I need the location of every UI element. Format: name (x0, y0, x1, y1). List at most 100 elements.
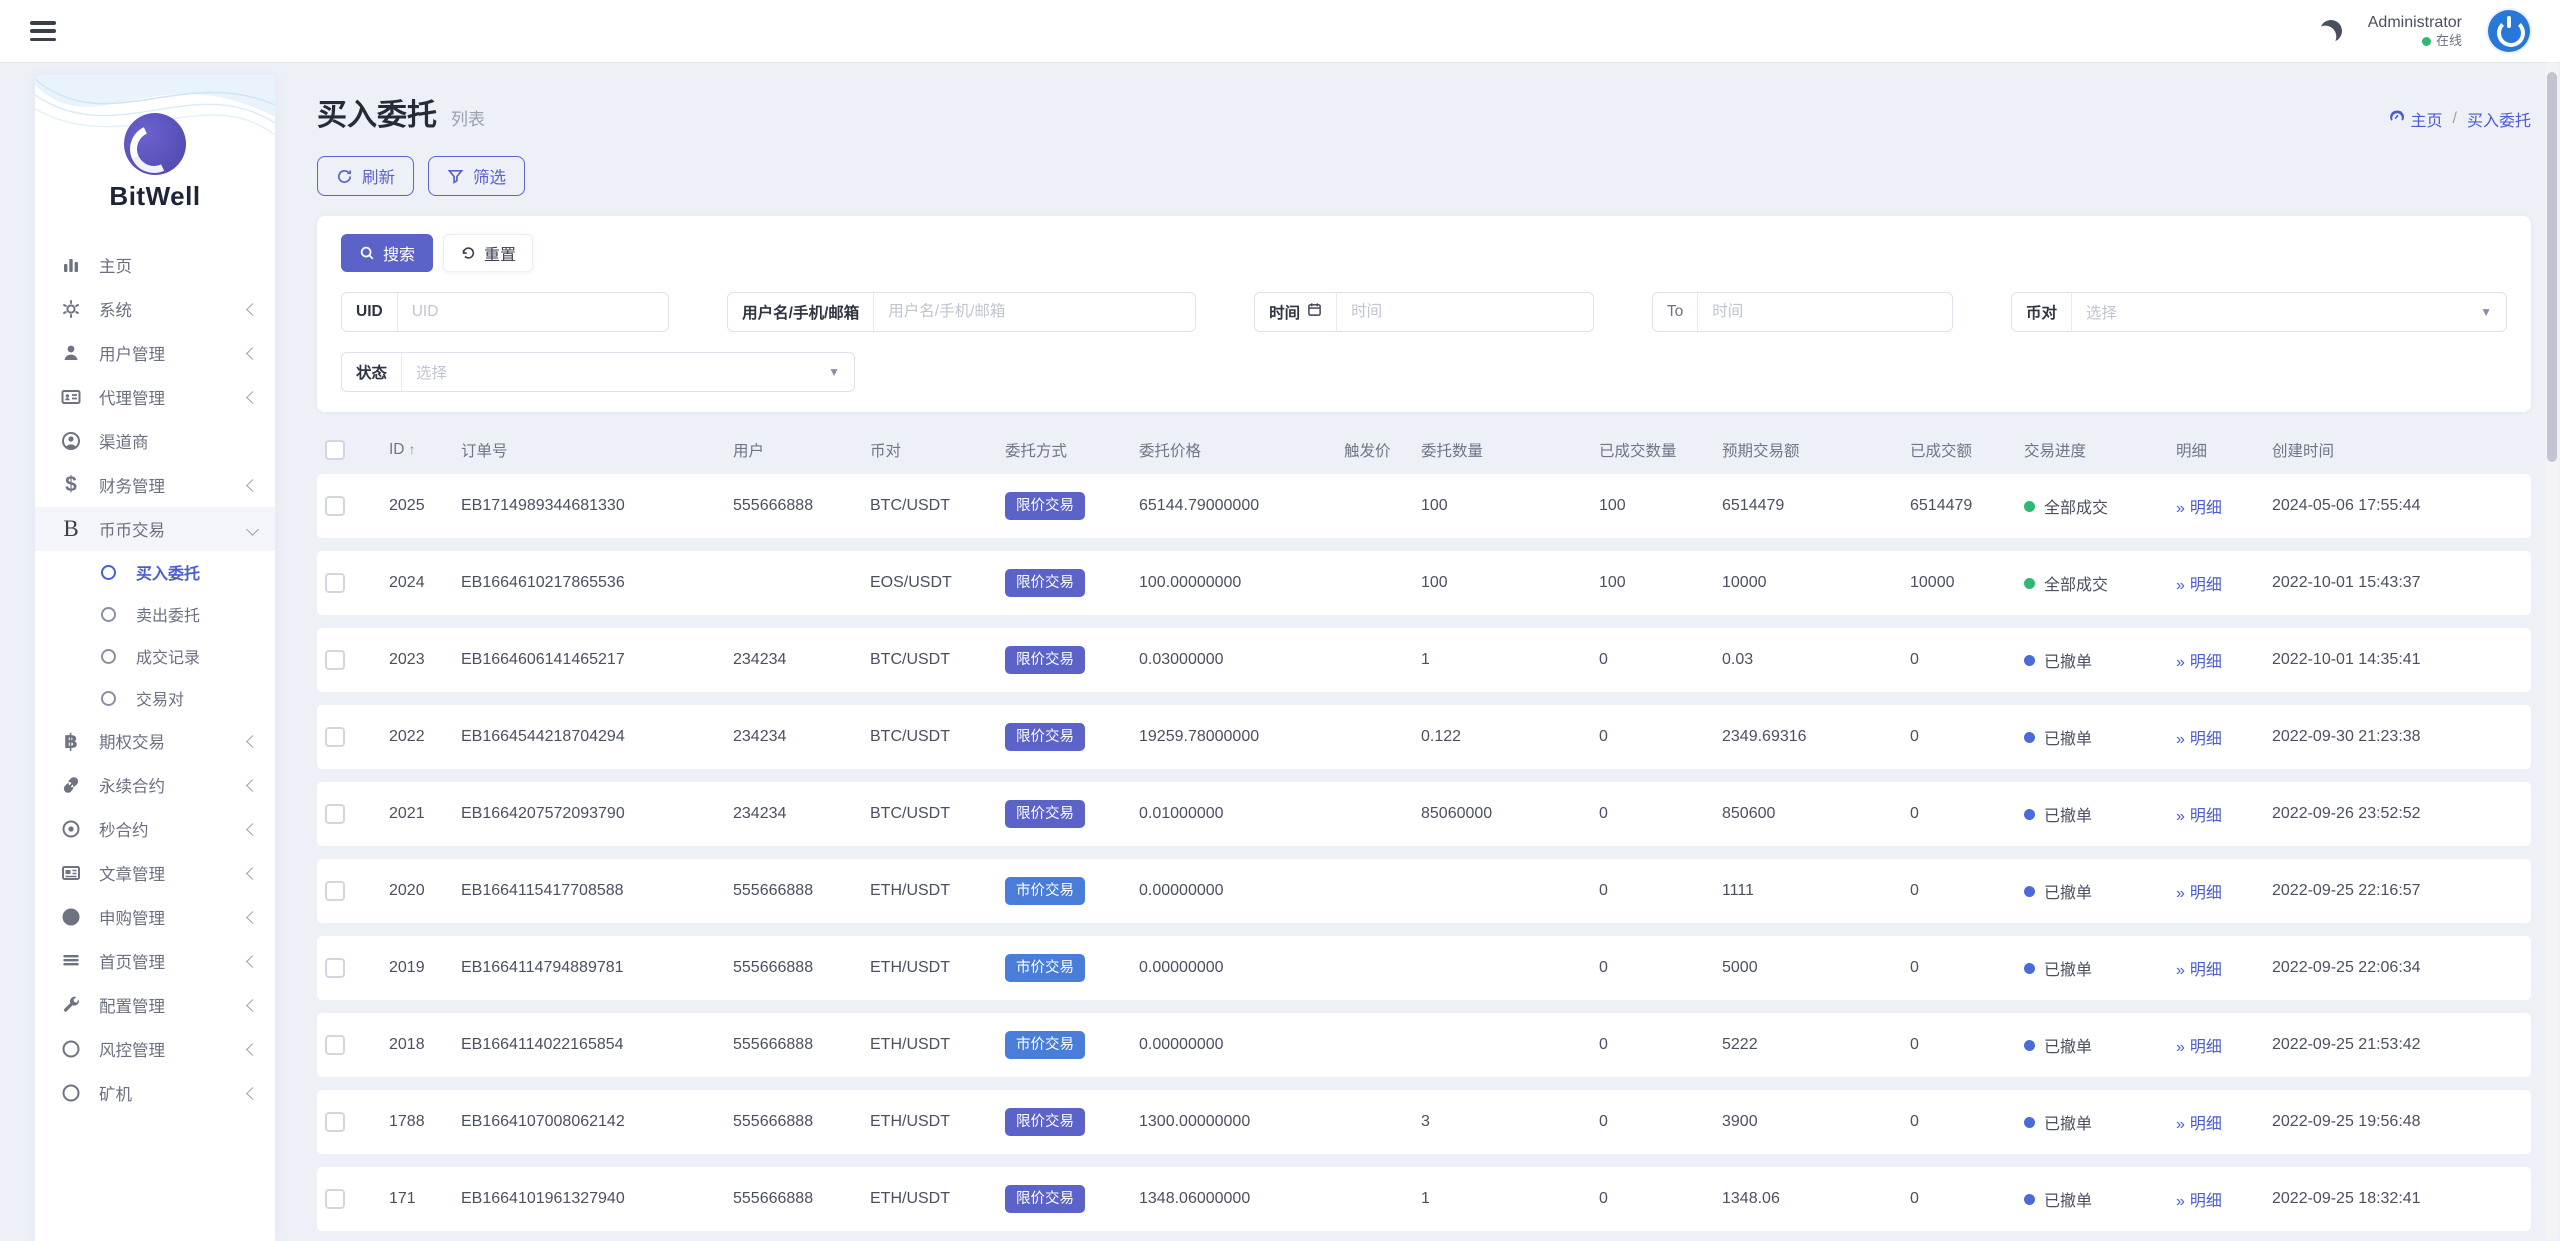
detail-link[interactable]: » 明细 (2176, 500, 2222, 517)
cell-detail: » 明细 (2168, 474, 2264, 538)
dollar-icon: $ (65, 473, 77, 496)
sidebar-item[interactable]: 用户管理 (35, 331, 275, 375)
cell-method: 限价交易 (997, 1090, 1131, 1154)
breadcrumb-home-link[interactable]: 主页 (2388, 107, 2443, 131)
sidebar-item[interactable]: 渠道商 (35, 419, 275, 463)
avatar[interactable] (2488, 10, 2530, 52)
chevron-left-icon (246, 478, 259, 492)
sidebar-item-label: 主页 (99, 258, 132, 276)
sidebar-subitem[interactable]: 成交记录 (35, 635, 275, 677)
newspaper-icon (59, 862, 83, 884)
menu-toggle-icon[interactable] (30, 21, 56, 41)
cell-filled-amount: 0 (1902, 1167, 2016, 1231)
row-checkbox[interactable] (325, 1112, 345, 1132)
cell-order-no: EB1664101961327940 (453, 1167, 725, 1231)
row-checkbox[interactable] (325, 727, 345, 747)
user-menu[interactable]: Administrator 在线 (2368, 13, 2462, 49)
cell-detail: » 明细 (2168, 551, 2264, 615)
online-dot-icon (2421, 36, 2431, 46)
cell-progress: 全部成交 (2016, 551, 2168, 615)
sidebar-item[interactable]: 代理管理 (35, 375, 275, 419)
column-header: 委托价格 (1139, 443, 1202, 460)
cell-trigger (1336, 1013, 1413, 1077)
sidebar-item[interactable]: 秒合约 (35, 807, 275, 851)
cell-price: 1300.00000000 (1131, 1090, 1336, 1154)
scrollbar-thumb[interactable] (2546, 72, 2557, 462)
sidebar-subitem[interactable]: 卖出委托 (35, 593, 275, 635)
sidebar-item[interactable]: 永续合约 (35, 763, 275, 807)
vertical-scrollbar[interactable] (2545, 62, 2558, 1241)
chevron-left-icon (246, 954, 259, 968)
detail-link[interactable]: » 明细 (2176, 885, 2222, 902)
sidebar-item[interactable]: 首页管理 (35, 939, 275, 983)
cell-pair: BTC/USDT (862, 782, 997, 846)
cell-created: 2022-09-25 22:16:57 (2264, 859, 2531, 923)
refresh-button[interactable]: 刷新 (317, 156, 414, 196)
sidebar-item[interactable]: 风控管理 (35, 1027, 275, 1071)
double-angle-icon: » (2176, 577, 2185, 594)
row-checkbox[interactable] (325, 881, 345, 901)
row-checkbox[interactable] (325, 804, 345, 824)
chevron-left-icon (246, 1042, 259, 1056)
detail-link[interactable]: » 明细 (2176, 1039, 2222, 1056)
time-to-input[interactable] (1698, 293, 1952, 331)
cell-id: 2023 (381, 628, 453, 692)
circle-icon (59, 1082, 83, 1104)
row-checkbox[interactable] (325, 1035, 345, 1055)
sidebar-item[interactable]: 主页 (35, 243, 275, 287)
sidebar-subitem[interactable]: 交易对 (35, 677, 275, 719)
cell-qty: 1 (1413, 1167, 1591, 1231)
cell-qty: 0.122 (1413, 705, 1591, 769)
detail-link[interactable]: » 明细 (2176, 654, 2222, 671)
reset-button[interactable]: 重置 (443, 234, 534, 272)
cell-progress: 已撤单 (2016, 1167, 2168, 1231)
pair-select[interactable]: 选择 ▼ (2072, 293, 2506, 331)
sidebar: BitWell 主页系统 用户管理 代理管理 渠道商 $ 财务管理 B 币币交易 买入委托 卖出委… (35, 75, 275, 1241)
chevron-left-icon (246, 302, 259, 316)
row-checkbox[interactable] (325, 573, 345, 593)
detail-link[interactable]: » 明细 (2176, 731, 2222, 748)
search-icon (360, 246, 374, 260)
sidebar-item[interactable]: 申购管理 (35, 895, 275, 939)
breadcrumb-current-link[interactable]: 买入委托 (2467, 107, 2531, 131)
detail-link[interactable]: » 明细 (2176, 962, 2222, 979)
cell-price: 0.00000000 (1131, 859, 1336, 923)
row-checkbox[interactable] (325, 650, 345, 670)
sidebar-item-label: 永续合约 (99, 778, 165, 796)
time-from-group: 时间 (1254, 292, 1594, 332)
cell-filled-qty: 0 (1591, 628, 1714, 692)
cell-created: 2022-09-26 23:52:52 (2264, 782, 2531, 846)
detail-link[interactable]: » 明细 (2176, 1193, 2222, 1210)
sidebar-item[interactable]: ฿ 期权交易 (35, 719, 275, 763)
sidebar-item[interactable]: 系统 (35, 287, 275, 331)
detail-link[interactable]: » 明细 (2176, 808, 2222, 825)
sidebar-item[interactable]: B 币币交易 (35, 507, 275, 551)
select-all-checkbox[interactable] (325, 440, 345, 460)
dark-mode-icon[interactable] (2317, 18, 2344, 45)
row-checkbox[interactable] (325, 496, 345, 516)
column-header[interactable]: ID ↑ (381, 437, 453, 461)
row-checkbox[interactable] (325, 958, 345, 978)
method-badge: 限价交易 (1005, 568, 1085, 598)
uid-input[interactable] (397, 293, 669, 331)
cell-user: 234234 (725, 782, 862, 846)
time-from-input[interactable] (1337, 293, 1593, 331)
cell-expected: 6514479 (1714, 474, 1902, 538)
sidebar-item[interactable]: $ 财务管理 (35, 463, 275, 507)
brand-name: BitWell (109, 181, 201, 211)
row-checkbox[interactable] (325, 1189, 345, 1209)
detail-link[interactable]: » 明细 (2176, 1116, 2222, 1133)
cell-user (725, 551, 862, 615)
status-select[interactable]: 选择 ▼ (402, 353, 854, 391)
cell-id: 2020 (381, 859, 453, 923)
cell-id: 2018 (381, 1013, 453, 1077)
sidebar-item[interactable]: 配置管理 (35, 983, 275, 1027)
user-input[interactable] (874, 293, 1196, 331)
search-button[interactable]: 搜索 (341, 234, 434, 272)
sidebar-item[interactable]: 矿机 (35, 1071, 275, 1115)
sidebar-item[interactable]: 文章管理 (35, 851, 275, 895)
detail-link[interactable]: » 明细 (2176, 577, 2222, 594)
filter-button[interactable]: 筛选 (428, 156, 525, 196)
cell-detail: » 明细 (2168, 705, 2264, 769)
sidebar-subitem[interactable]: 买入委托 (35, 551, 275, 593)
